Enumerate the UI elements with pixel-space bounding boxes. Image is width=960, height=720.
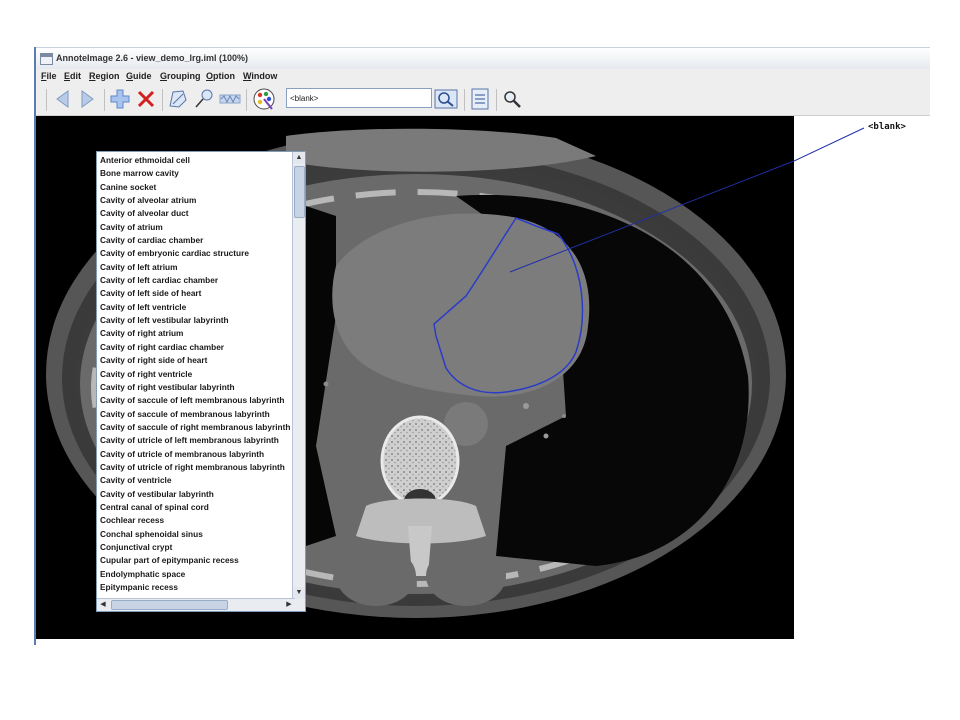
forward-button[interactable] [76, 87, 100, 111]
menu-bar: File Edit Region Guide Grouping Option W… [36, 69, 930, 85]
back-button[interactable] [50, 87, 74, 111]
pin-tool-button[interactable] [192, 87, 216, 111]
list-item[interactable]: Cavity of left atrium [99, 261, 292, 274]
list-item[interactable]: Cavity of saccule of left membranous lab… [99, 394, 292, 407]
list-item[interactable]: Epitympanic recess [99, 581, 292, 594]
list-item[interactable]: Conjunctival crypt [99, 541, 292, 554]
list-item[interactable]: Cavity of alveolar duct [99, 207, 292, 220]
annotation-label[interactable]: <blank> [868, 122, 906, 132]
back-icon [56, 90, 69, 108]
toolbar-separator [46, 89, 47, 111]
toolbar-separator [496, 89, 497, 111]
list-item[interactable]: Central canal of spinal cord [99, 501, 292, 514]
list-item[interactable]: Cavity of utricle of right membranous la… [99, 461, 292, 474]
delete-icon [137, 90, 155, 108]
pin-tool-icon [195, 89, 213, 108]
list-item[interactable]: Cavity of left side of heart [99, 287, 292, 300]
zigzag-tool-button[interactable] [218, 87, 242, 111]
vertical-scroll-thumb[interactable] [294, 166, 305, 218]
list-item[interactable]: Cavity of saccule of membranous labyrint… [99, 408, 292, 421]
toolbar-separator [464, 89, 465, 111]
list-item[interactable]: Conchal sphenoidal sinus [99, 528, 292, 541]
list-item[interactable]: Cavity of right side of heart [99, 354, 292, 367]
window-title: AnnoteImage 2.6 - view_demo_lrg.iml (100… [56, 53, 249, 63]
list-item[interactable]: Cavity of utricle of left membranous lab… [99, 434, 292, 447]
list-item[interactable]: Cupular part of epitympanic recess [99, 554, 292, 567]
list-item[interactable]: Cavity of saccule of right membranous la… [99, 421, 292, 434]
zoom-icon [504, 91, 521, 108]
list-item[interactable]: Cavity of left vestibular labyrinth [99, 314, 292, 327]
menu-edit[interactable]: Edit [64, 71, 81, 81]
palette-icon [253, 88, 275, 110]
list-item[interactable]: Cavity of right cardiac chamber [99, 341, 292, 354]
menu-region[interactable]: Region [89, 71, 120, 81]
horizontal-scrollbar[interactable]: ◀ ▶ [97, 598, 295, 611]
list-item[interactable]: Cavity of atrium [99, 221, 292, 234]
add-icon [110, 89, 130, 109]
label-field[interactable]: <blank> [286, 88, 432, 108]
list-item[interactable]: Epitympanic recess proper [99, 594, 292, 597]
list-item[interactable]: Cochlear recess [99, 514, 292, 527]
list-item[interactable]: Endolymphatic space [99, 568, 292, 581]
annotation-margin [793, 116, 928, 639]
toolbar: <blank> [36, 85, 930, 116]
region-tool-icon [169, 90, 187, 108]
forward-icon [81, 90, 94, 108]
toolbar-separator [162, 89, 163, 111]
menu-file[interactable]: File [41, 71, 57, 81]
list-item[interactable]: Cavity of right ventricle [99, 368, 292, 381]
list-item[interactable]: Cavity of vestibular labyrinth [99, 488, 292, 501]
scroll-up-icon[interactable]: ▲ [293, 152, 305, 164]
menu-window[interactable]: Window [243, 71, 277, 81]
delete-region-button[interactable] [134, 87, 158, 111]
list-item[interactable]: Cavity of alveolar atrium [99, 194, 292, 207]
list-item[interactable]: Cavity of cardiac chamber [99, 234, 292, 247]
palette-button[interactable] [252, 87, 276, 111]
document-icon [471, 88, 489, 110]
toolbar-separator [104, 89, 105, 111]
list-item[interactable]: Bone marrow cavity [99, 167, 292, 180]
leader-line-extension [793, 127, 865, 162]
find-label-button[interactable] [434, 87, 458, 111]
menu-option[interactable]: Option [206, 71, 235, 81]
list-item[interactable]: Cavity of embryonic cardiac structure [99, 247, 292, 260]
label-list: Anterior ethmoidal cell Bone marrow cavit… [99, 154, 292, 597]
list-item[interactable]: Canine socket [99, 181, 292, 194]
menu-guide[interactable]: Guide [126, 71, 152, 81]
list-item[interactable]: Cavity of utricle of membranous labyrint… [99, 448, 292, 461]
window-icon [40, 53, 53, 65]
add-region-button[interactable] [108, 87, 132, 111]
list-item[interactable]: Cavity of left ventricle [99, 301, 292, 314]
list-item[interactable]: Cavity of ventricle [99, 474, 292, 487]
list-item[interactable]: Anterior ethmoidal cell [99, 154, 292, 167]
find-label-icon [434, 89, 458, 109]
scroll-left-icon[interactable]: ◀ [97, 599, 109, 611]
title-bar[interactable]: AnnoteImage 2.6 - view_demo_lrg.iml (100… [36, 47, 930, 70]
list-item[interactable]: Cavity of right atrium [99, 327, 292, 340]
document-button[interactable] [468, 87, 492, 111]
zoom-button[interactable] [500, 87, 524, 111]
list-item[interactable]: Cavity of left cardiac chamber [99, 274, 292, 287]
toolbar-separator [246, 89, 247, 111]
scroll-corner [293, 599, 305, 611]
horizontal-scroll-thumb[interactable] [111, 600, 228, 610]
region-tool-button[interactable] [166, 87, 190, 111]
zigzag-tool-icon [219, 94, 241, 104]
label-list-panel: Anterior ethmoidal cell Bone marrow cavit… [96, 151, 306, 612]
vertical-scrollbar[interactable]: ▲ ▼ [292, 152, 305, 599]
list-item[interactable]: Cavity of right vestibular labyrinth [99, 381, 292, 394]
menu-grouping[interactable]: Grouping [160, 71, 201, 81]
